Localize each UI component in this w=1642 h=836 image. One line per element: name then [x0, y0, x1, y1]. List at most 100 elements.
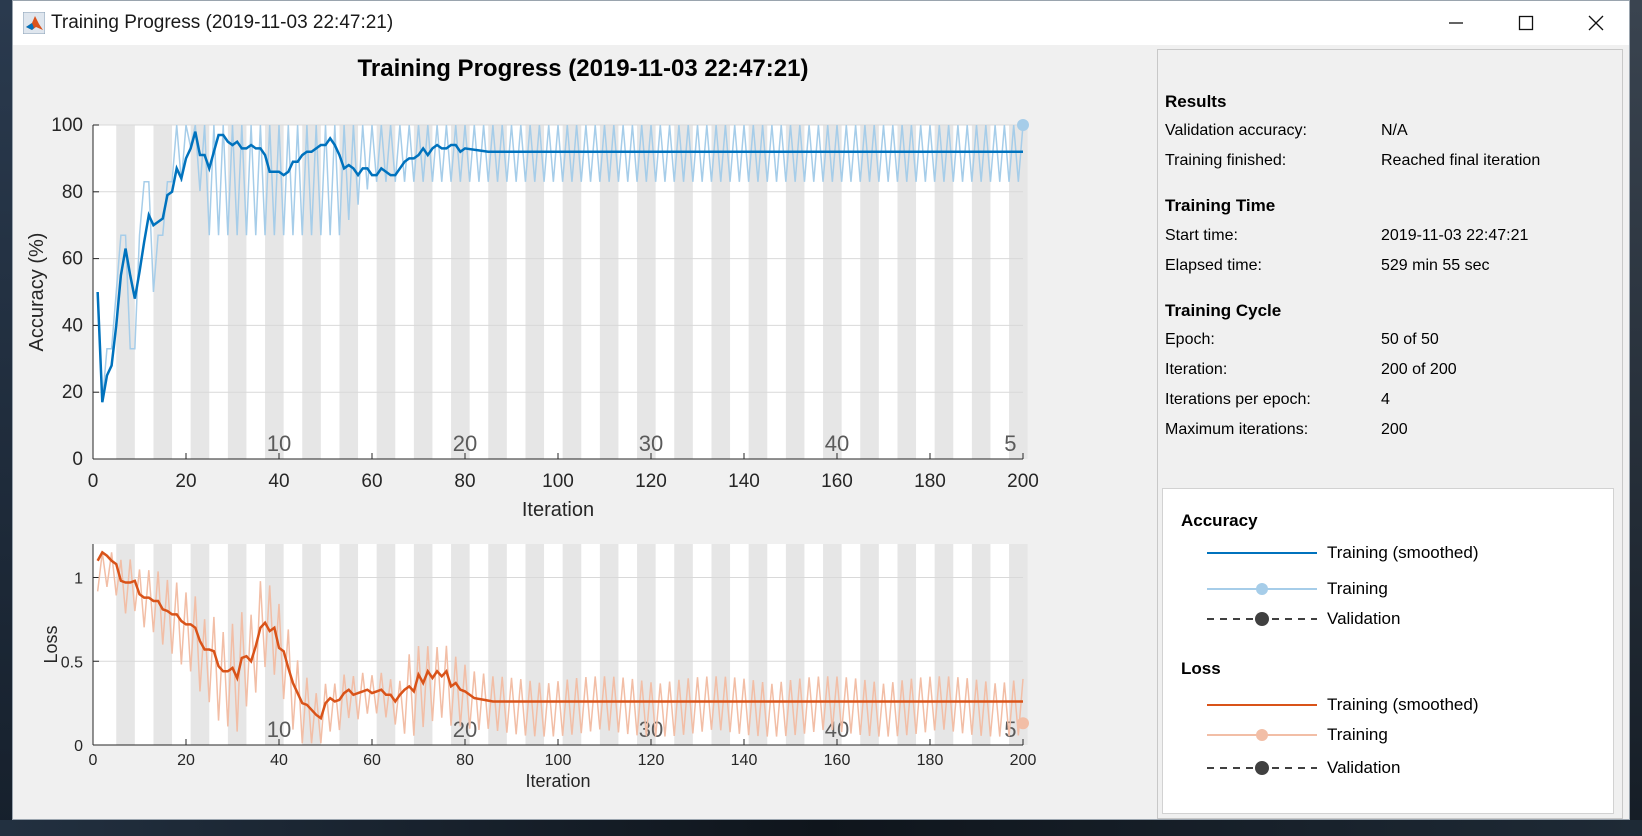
x-tick-label: 180 [914, 471, 946, 492]
legend-accuracy-training-label: Training [1327, 579, 1388, 598]
epoch-label: 20 [453, 431, 477, 456]
x-tick-label: 120 [635, 471, 667, 492]
desktop-background-right [1630, 0, 1642, 836]
start-time-value: 2019-11-03 22:47:21 [1381, 227, 1529, 244]
epoch-band [153, 125, 173, 459]
x-tick-label: 140 [728, 471, 760, 492]
y-tick-label: 0 [72, 449, 83, 470]
validation-accuracy-label: Validation accuracy: [1165, 122, 1307, 139]
epoch-band [897, 544, 917, 745]
epoch-label: 10 [267, 431, 291, 456]
maximum-iterations-value: 200 [1381, 421, 1408, 438]
validation-accuracy-value: N/A [1381, 122, 1408, 139]
epoch-label: 30 [639, 431, 663, 456]
window-title: Training Progress (2019-11-03 22:47:21) [51, 12, 394, 33]
accuracy-chart: 0 20 40 60 80 100 0 20 40 60 80 100 120 140 160 180 200 1… [26, 115, 1039, 521]
desktop-background-left [0, 0, 12, 836]
close-button[interactable] [1561, 1, 1629, 45]
elapsed-time-value: 529 min 55 sec [1381, 257, 1490, 274]
x-tick-label: 180 [917, 752, 944, 769]
y-tick-label: 1 [74, 571, 83, 588]
close-icon [1588, 15, 1604, 31]
x-tick-label: 0 [88, 471, 99, 492]
epoch-band [934, 544, 954, 745]
legend-loss-smoothed-swatch [1207, 704, 1317, 706]
x-tick-label: 200 [1007, 471, 1039, 492]
start-time-label: Start time: [1165, 227, 1238, 244]
title-bar[interactable]: Training Progress (2019-11-03 22:47:21) [13, 1, 1629, 45]
epoch-band [711, 544, 731, 745]
loss-chart: 00.510 20 40 60 80 100 120 140 160 180 20010 20 30 40… [41, 544, 1037, 791]
epoch-label: 40 [825, 717, 849, 742]
y-axis-title: Accuracy (%) [26, 233, 48, 352]
x-tick-label: 40 [268, 471, 289, 492]
epoch-label: 5 [1004, 431, 1016, 456]
legend: Accuracy Training (smoothed) Training Va… [1162, 488, 1614, 814]
legend-accuracy-smoothed-label: Training (smoothed) [1327, 543, 1479, 562]
epoch-band [451, 544, 470, 745]
epoch-band [488, 544, 507, 745]
epoch-label: Epoch: [1165, 331, 1215, 348]
epoch-band [1009, 544, 1028, 745]
x-tick-label: 140 [731, 752, 758, 769]
x-tick-label: 80 [454, 471, 475, 492]
epoch-band [785, 544, 805, 745]
y-axis-title: Loss [41, 625, 61, 663]
training-time-heading: Training Time [1165, 196, 1276, 215]
legend-loss-training-label: Training [1327, 725, 1388, 744]
x-tick-label: 60 [363, 752, 381, 769]
y-tick-label: 80 [62, 182, 83, 203]
maximize-icon [1518, 15, 1534, 31]
final-training-marker [1017, 119, 1029, 131]
x-tick-label: 60 [361, 471, 382, 492]
epoch-value: 50 of 50 [1381, 331, 1439, 348]
y-tick-label: 20 [62, 382, 83, 403]
iterations-per-epoch-label: Iterations per epoch: [1165, 391, 1311, 408]
legend-accuracy-heading: Accuracy [1181, 511, 1258, 530]
training-finished-value: Reached final iteration [1381, 152, 1541, 169]
legend-accuracy-training-swatch [1207, 583, 1317, 595]
epoch-band [971, 544, 991, 745]
legend-loss-validation-swatch [1207, 761, 1317, 775]
x-tick-label: 100 [545, 752, 572, 769]
x-axis-title: Iteration [522, 499, 594, 521]
epoch-band [562, 544, 582, 745]
legend-accuracy-validation-swatch [1207, 612, 1317, 626]
x-tick-label: 200 [1010, 752, 1037, 769]
y-tick-label: 40 [62, 315, 83, 336]
results-heading: Results [1165, 92, 1227, 111]
legend-loss-smoothed-label: Training (smoothed) [1327, 695, 1479, 714]
figure-title: Training Progress (2019-11-03 22:47:21) [357, 55, 809, 82]
maximize-button[interactable] [1491, 1, 1561, 45]
x-tick-label: 80 [456, 752, 474, 769]
y-tick-label: 60 [62, 249, 83, 270]
final-training-marker [1017, 717, 1029, 730]
training-finished-label: Training finished: [1165, 152, 1287, 169]
epoch-band [599, 544, 619, 745]
iteration-label: Iteration: [1165, 361, 1228, 378]
iteration-value: 200 of 200 [1381, 361, 1457, 378]
desktop-background-bottom [0, 820, 1642, 836]
legend-loss-training-swatch [1207, 729, 1317, 741]
x-tick-label: 0 [89, 752, 98, 769]
minimize-icon [1449, 22, 1463, 24]
y-tick-label: 0 [74, 738, 83, 755]
x-axis-title: Iteration [525, 771, 590, 791]
x-tick-label: 100 [542, 471, 574, 492]
epoch-label: 30 [639, 717, 663, 742]
matlab-icon [23, 12, 45, 34]
info-panel: Results Validation accuracy: N/A Trainin… [1157, 49, 1623, 819]
x-tick-label: 120 [638, 752, 665, 769]
y-tick-label: 100 [51, 115, 83, 136]
legend-loss-validation-label: Validation [1327, 758, 1401, 777]
training-cycle-heading: Training Cycle [1165, 301, 1282, 320]
maximum-iterations-label: Maximum iterations: [1165, 421, 1309, 438]
legend-loss-heading: Loss [1181, 659, 1221, 678]
epoch-band [525, 544, 545, 745]
legend-accuracy-smoothed-swatch [1207, 552, 1317, 554]
epoch-label: 20 [453, 717, 477, 742]
epoch-band [823, 544, 842, 745]
minimize-button[interactable] [1421, 1, 1491, 45]
epoch-label: 40 [825, 431, 849, 456]
epoch-band [860, 544, 879, 745]
